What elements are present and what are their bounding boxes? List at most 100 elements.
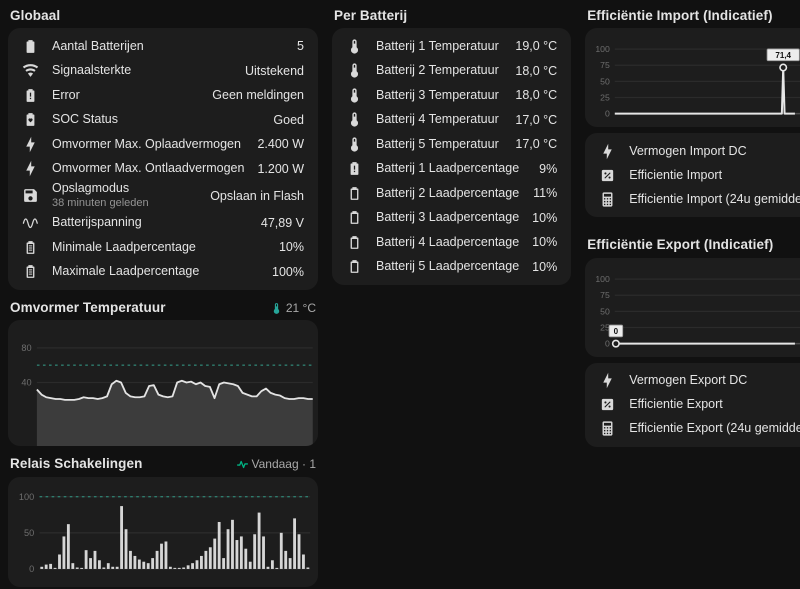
efficientie-export-chart-card[interactable]: 100 75 50 25 0 0 [585,257,800,357]
section-efficientie-import: Efficiëntie Import (Indicatief) 100 75 50 2… [585,2,800,218]
entity-label: Efficientie Import [629,167,723,182]
entity-label: Batterij 3 Temperatuur [376,87,499,102]
section-omvormer-temperatuur: Omvormer Temperatuur 21 °C 80 40 [8,294,318,447]
sine-wave-icon [22,214,39,231]
dashboard: Globaal Aantal Batterijen 5 Signaalsterk… [0,0,800,589]
battery-alert-icon [346,160,363,177]
svg-text:40: 40 [21,378,31,388]
battery-outline-icon [346,185,363,202]
entity-row[interactable]: Omvormer Max. Ontlaadvermogen 1.200 W [22,157,304,182]
entity-label: Vermogen Import DC [629,143,747,158]
omvormer-temp-badge-value: 21 °C [285,301,316,316]
battery-outline-icon [346,209,363,226]
entity-label: Efficientie Export (24u gemiddelde) [629,421,800,436]
pulse-icon [236,458,249,471]
entity-value: 10% [532,259,558,274]
entity-row[interactable]: Batterijspanning 47,89 V [22,211,304,236]
entity-value: 18,0 °C [515,63,558,78]
efficientie-import-chart-card[interactable]: 100 75 50 25 0 71,4 [585,28,800,128]
thermometer-down-icon [270,302,283,315]
svg-text:50: 50 [600,77,610,87]
entity-row[interactable]: Batterij 3 Laadpercentage 10% [346,206,557,231]
entity-label: Opslagmodus [52,181,130,196]
per-batterij-card: Batterij 1 Temperatuur 19,0 °C Batterij … [332,28,572,286]
section-efficientie-export: Efficiëntie Export (Indicatief) 100 75 50 2… [585,231,800,447]
section-per-batterij: Per Batterij Batterij 1 Temperatuur 19,0… [332,2,572,286]
entity-row[interactable]: Efficientie Export 0% [599,393,800,417]
calculator-icon [599,420,616,437]
entity-row[interactable]: Vermogen Export DC 0 W [599,369,800,393]
battery-outline-icon [346,258,363,275]
entity-row[interactable]: Batterij 4 Laadpercentage 10% [346,230,557,255]
entity-row[interactable]: SOC Status Goed [22,108,304,133]
omvormer-temperatuur-card[interactable]: 80 40 [8,320,318,447]
entity-row[interactable]: Efficientie Import 0% [599,163,800,187]
calculator-icon [599,191,616,208]
entity-row[interactable]: Aantal Batterijen 5 [22,34,304,59]
entity-value: 17,0 °C [515,137,558,152]
percent-box-icon [599,396,616,413]
entity-label: Batterij 3 Laadpercentage [376,210,520,225]
entity-row[interactable]: Batterij 5 Laadpercentage 10% [346,255,557,280]
entity-label: Batterij 1 Laadpercentage [376,161,520,176]
column-right: Efficiëntie Import (Indicatief) 100 75 50 2… [585,2,800,587]
globaal-card: Aantal Batterijen 5 Signaalsterkte Uitst… [8,28,318,291]
svg-text:100: 100 [596,44,611,54]
svg-text:0: 0 [605,109,610,119]
svg-text:75: 75 [600,290,610,300]
save-icon [22,187,39,204]
entity-label: Batterij 4 Laadpercentage [376,234,520,249]
entity-row[interactable]: Error Geen meldingen [22,83,304,108]
entity-row[interactable]: Opslagmodus 38 minuten geleden Opslaan i… [22,181,304,210]
column-middle: Per Batterij Batterij 1 Temperatuur 19,0… [332,2,572,587]
entity-value: 100% [272,264,304,279]
entity-label: Error [52,87,80,102]
entity-value: 17,0 °C [515,112,558,127]
efficientie-import-chart: 100 75 50 25 0 71,4 [596,44,800,119]
entity-value: 19,0 °C [515,39,558,54]
section-title-per-batterij: Per Batterij [334,8,408,23]
section-title-efficientie-import: Efficiëntie Import (Indicatief) [587,8,773,23]
entity-label: Batterij 4 Temperatuur [376,112,499,127]
entity-value: Geen meldingen [212,88,304,103]
entity-row[interactable]: Maximale Laadpercentage 100% [22,260,304,285]
entity-value: 10% [532,235,558,250]
efficientie-export-chart: 100 75 50 25 00 [596,274,800,348]
relais-badge: Vandaag · 1 [236,457,316,471]
svg-text:25: 25 [600,322,610,332]
lightning-bolt-icon [599,372,616,389]
entity-row[interactable]: Signaalsterkte Uitstekend [22,59,304,84]
entity-row[interactable]: Batterij 3 Temperatuur 18,0 °C [346,83,557,108]
thermometer-icon [346,62,363,79]
entity-value: 2.400 W [257,137,304,152]
section-globaal: Globaal Aantal Batterijen 5 Signaalsterk… [8,2,318,291]
svg-text:25: 25 [600,93,610,103]
entity-row[interactable]: Vermogen Import DC 0 W [599,139,800,163]
entity-row[interactable]: Efficientie Import (24u gemiddelde) 75,4… [599,187,800,211]
entity-label: Batterij 2 Temperatuur [376,63,499,78]
lightning-bolt-icon [22,136,39,153]
entity-row[interactable]: Batterij 2 Temperatuur 18,0 °C [346,59,557,84]
entity-row[interactable]: Batterij 4 Temperatuur 17,0 °C [346,108,557,133]
entity-label: Aantal Batterijen [52,38,144,53]
battery-lines-icon [22,263,39,280]
entity-value: 5 [297,39,304,54]
svg-text:75: 75 [600,60,610,70]
svg-text:50: 50 [600,306,610,316]
svg-text:100: 100 [19,491,34,501]
svg-text:0: 0 [614,327,619,336]
entity-row[interactable]: Omvormer Max. Oplaadvermogen 2.400 W [22,132,304,157]
entity-row[interactable]: Minimale Laadpercentage 10% [22,235,304,260]
section-title-relais: Relais Schakelingen [10,456,143,472]
entity-row[interactable]: Batterij 1 Temperatuur 19,0 °C [346,34,557,59]
relais-schakelingen-card[interactable]: 100 50 0 [8,476,318,587]
battery-lines-icon [22,239,39,256]
battery-alert-icon [22,87,39,104]
entity-row[interactable]: Efficientie Export (24u gemiddelde) 88,4… [599,417,800,441]
entity-row[interactable]: Batterij 5 Temperatuur 17,0 °C [346,132,557,157]
entity-label: Signaalsterkte [52,63,132,78]
entity-row[interactable]: Batterij 2 Laadpercentage 11% [346,181,557,206]
entity-value: 1.200 W [257,161,304,176]
entity-value: 11% [533,186,558,201]
entity-row[interactable]: Batterij 1 Laadpercentage 9% [346,157,557,182]
